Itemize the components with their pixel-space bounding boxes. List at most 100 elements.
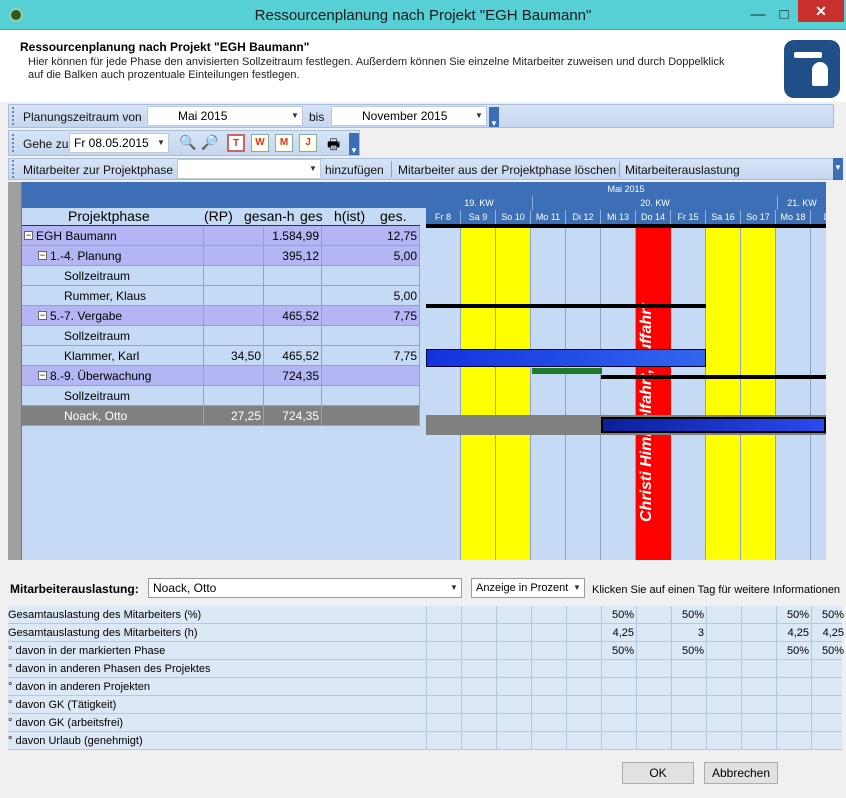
maximize-button[interactable]: □ <box>773 6 795 23</box>
day-label[interactable]: Sa 16 <box>706 210 741 224</box>
table-row[interactable]: Sollzeitraum <box>22 326 420 346</box>
util-row[interactable]: ° davon GK (arbeitsfrei) <box>8 714 842 732</box>
actual-bar-klammer[interactable] <box>532 368 602 374</box>
util-value[interactable]: 50% <box>776 606 809 624</box>
toolbar-overflow-icon[interactable]: ▼ <box>349 133 359 155</box>
toolbar-overflow-icon[interactable]: ▼ <box>489 107 499 128</box>
table-row[interactable]: Klammer, Karl 34,50 465,52 7,75 <box>22 346 420 366</box>
table-row[interactable]: Rummer, Klaus 5,00 <box>22 286 420 306</box>
day-column[interactable] <box>426 210 461 560</box>
day-label[interactable]: Sa 9 <box>461 210 496 224</box>
cancel-button[interactable]: Abbrechen <box>704 762 778 784</box>
util-value[interactable]: 50% <box>671 642 704 660</box>
period-to-select[interactable]: November 2015 ▼ <box>331 106 487 126</box>
util-value[interactable]: 50% <box>601 642 634 660</box>
day-column[interactable] <box>811 210 826 560</box>
table-row[interactable]: −5.-7. Vergabe 465,52 7,75 <box>22 306 420 326</box>
util-col-sep <box>461 660 462 678</box>
label-goto: Gehe zu <box>23 137 69 151</box>
chevron-down-icon[interactable]: ▼ <box>288 107 302 125</box>
day-label[interactable]: So 10 <box>496 210 531 224</box>
view-month-button[interactable]: M <box>275 134 293 152</box>
ok-button[interactable]: OK <box>622 762 694 784</box>
toolbar-grip[interactable] <box>12 107 16 125</box>
employee-utilization-button[interactable]: Mitarbeiterauslastung <box>625 163 740 177</box>
planning-period-toolbar: Planungszeitraum von Mai 2015 ▼ bis Nove… <box>8 104 834 128</box>
util-row[interactable]: ° davon in anderen Phasen des Projektes <box>8 660 842 678</box>
goto-date-field[interactable]: Fr 08.05.2015 ▼ <box>69 133 169 153</box>
close-button[interactable]: ✕ <box>798 0 844 22</box>
chevron-down-icon[interactable]: ▼ <box>570 579 584 597</box>
view-year-button[interactable]: J <box>299 134 317 152</box>
minimize-button[interactable]: — <box>747 6 769 23</box>
day-label[interactable]: Mo 11 <box>531 210 566 224</box>
row-name: Klammer, Karl <box>64 349 140 363</box>
chevron-down-icon[interactable]: ▼ <box>154 134 168 152</box>
table-row[interactable]: Sollzeitraum <box>22 266 420 286</box>
toolbar-grip[interactable] <box>12 160 16 178</box>
print-icon[interactable]: 🖶 <box>327 134 340 158</box>
chevron-down-icon[interactable]: ▼ <box>472 107 486 125</box>
util-row[interactable]: Gesamtauslastung des Mitarbeiters (h) 4,2… <box>8 624 844 642</box>
util-row[interactable]: ° davon in anderen Projekten <box>8 678 842 696</box>
day-label[interactable]: Di 12 <box>566 210 601 224</box>
phase-bar-ueberwachung[interactable] <box>601 375 826 379</box>
table-row[interactable]: −1.-4. Planung 395,12 5,00 <box>22 246 420 266</box>
table-row[interactable]: Noack, Otto 27,25 724,35 <box>22 406 420 426</box>
util-mode-select[interactable]: Anzeige in Prozent ▼ <box>471 578 585 598</box>
util-value[interactable]: 4,25 <box>601 624 634 642</box>
view-week-button[interactable]: W <box>251 134 269 152</box>
util-row[interactable]: ° davon GK (Tätigkeit) <box>8 696 842 714</box>
table-row[interactable]: Sollzeitraum <box>22 386 420 406</box>
util-value[interactable]: 50% <box>601 606 634 624</box>
day-label[interactable]: Fr 8 <box>426 210 461 224</box>
day-column[interactable] <box>741 210 776 560</box>
util-value[interactable]: 50% <box>671 606 704 624</box>
view-day-button[interactable]: T <box>227 134 245 152</box>
chevron-down-icon[interactable]: ▼ <box>306 160 320 178</box>
day-label[interactable]: Mi 13 <box>601 210 636 224</box>
util-value[interactable]: 50% <box>776 642 809 660</box>
util-row[interactable]: ° davon in der markierten Phase 50% 50% 50%… <box>8 642 844 660</box>
day-column[interactable] <box>566 210 601 560</box>
employee-select[interactable]: ▼ <box>177 159 321 179</box>
day-label[interactable]: Di <box>811 210 826 224</box>
toolbar-overflow-icon[interactable]: ▼ <box>833 158 843 180</box>
util-row[interactable]: ° davon Urlaub (genehmigt) <box>8 732 842 750</box>
util-value[interactable]: 3 <box>671 624 704 642</box>
period-from-select[interactable]: Mai 2015 ▼ <box>147 106 303 126</box>
day-column[interactable] <box>706 210 741 560</box>
toolbar-grip[interactable] <box>12 134 16 152</box>
util-employee-select[interactable]: Noack, Otto ▼ <box>148 578 462 598</box>
util-value[interactable]: 50% <box>811 642 844 660</box>
project-summary-bar[interactable] <box>426 224 826 228</box>
table-row[interactable]: −8.-9. Überwachung 724,35 <box>22 366 420 386</box>
employee-bar-klammer[interactable] <box>426 349 706 367</box>
chevron-down-icon[interactable]: ▼ <box>447 579 461 597</box>
util-value[interactable]: 4,25 <box>811 624 844 642</box>
phase-bar-vergabe[interactable] <box>426 304 706 308</box>
delete-employee-button[interactable]: Mitarbeiter aus der Projektphase löschen <box>398 163 616 177</box>
day-column[interactable] <box>531 210 566 560</box>
day-column[interactable] <box>601 210 636 560</box>
util-col-sep <box>426 732 427 750</box>
employee-bar-noack[interactable] <box>601 417 826 433</box>
day-column[interactable] <box>671 210 706 560</box>
util-col-sep <box>496 696 497 714</box>
day-column[interactable] <box>776 210 811 560</box>
day-column[interactable] <box>461 210 496 560</box>
util-row[interactable]: Gesamtauslastung des Mitarbeiters (%) 50%… <box>8 606 844 624</box>
day-label[interactable]: Mo 18 <box>776 210 811 224</box>
zoom-out-icon[interactable]: 🔎 <box>201 134 218 151</box>
util-value[interactable]: 4,25 <box>776 624 809 642</box>
util-row-label: Gesamtauslastung des Mitarbeiters (h) <box>8 627 198 639</box>
add-employee-button[interactable]: hinzufügen <box>325 163 384 177</box>
row-rp <box>204 326 264 346</box>
day-column[interactable] <box>496 210 531 560</box>
day-label[interactable]: So 17 <box>741 210 776 224</box>
table-header-row: Projektphase (RP) gesan-h ges h(ist) ges… <box>22 208 420 226</box>
day-label[interactable]: Fr 15 <box>671 210 706 224</box>
table-row[interactable]: − EGH Baumann 1.584,99 12,75 <box>22 226 420 246</box>
zoom-in-icon[interactable]: 🔍 <box>179 134 196 151</box>
util-value[interactable]: 50% <box>811 606 844 624</box>
